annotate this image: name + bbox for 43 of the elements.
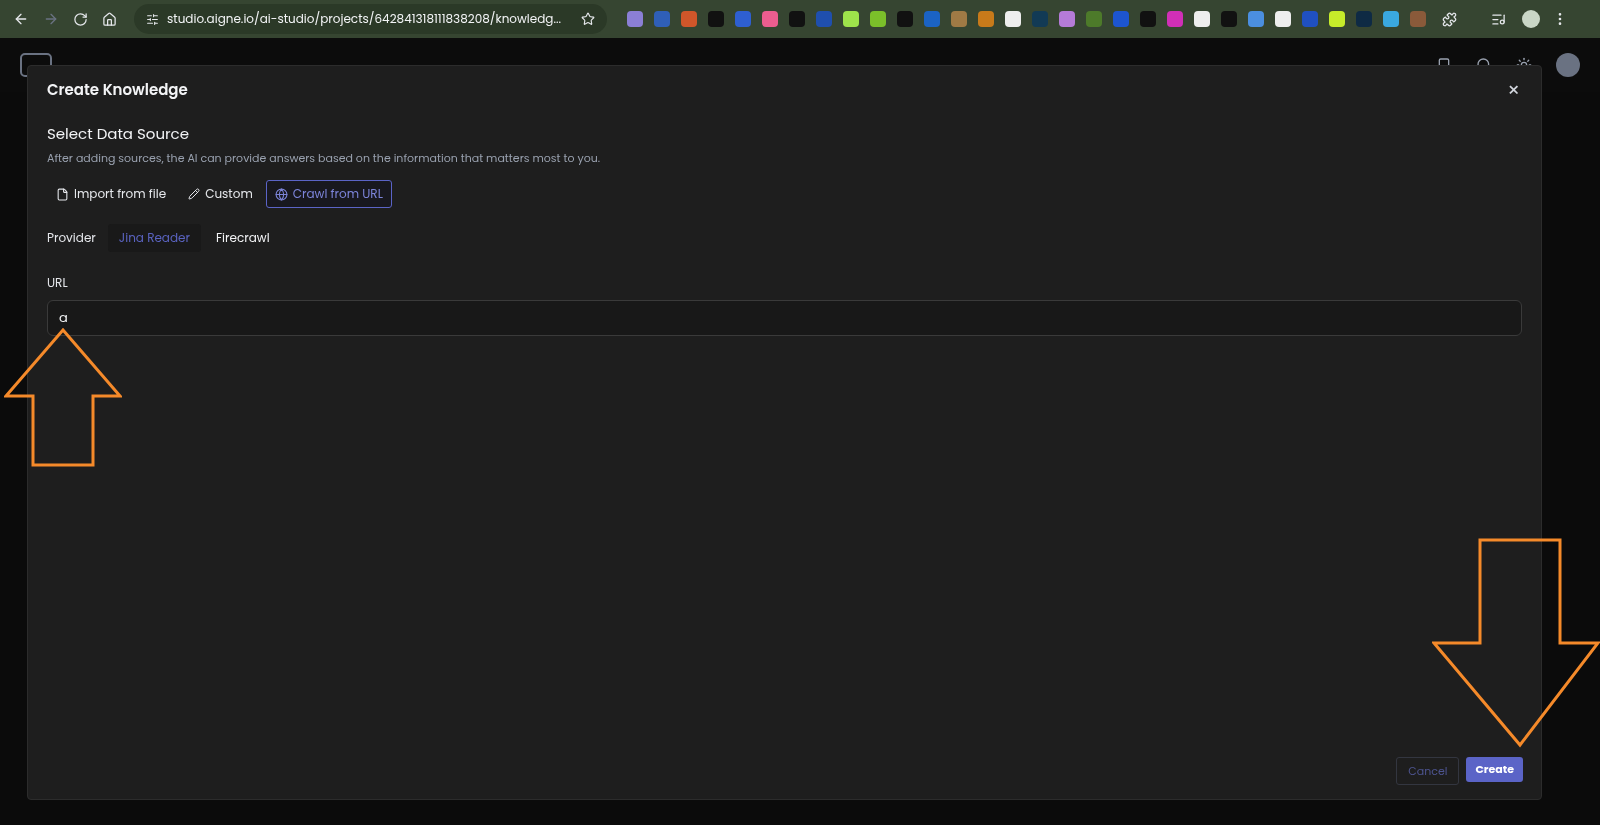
pencil-icon [188,188,201,200]
section-description: After adding sources, the AI can provide answers based on the information that matters most to you. [47,149,602,166]
extension-icon[interactable] [1383,11,1399,27]
file-icon [56,187,69,201]
create-button[interactable]: Create [1466,757,1523,782]
extension-icon[interactable] [1059,11,1075,27]
profile-avatar[interactable] [1522,10,1540,28]
address-bar[interactable]: studio.aigne.io/ai-studio/projects/642841318111838208/knowledg... [134,4,607,34]
extension-icon[interactable] [1194,11,1210,27]
extension-icon[interactable] [681,11,697,27]
extension-icon[interactable] [1086,11,1102,27]
provider-label: Provider [47,229,96,247]
site-settings-icon[interactable] [146,12,159,26]
url-label: URL [47,274,69,292]
home-icon[interactable] [102,11,117,27]
extension-icon[interactable] [762,11,778,27]
forward-icon[interactable] [43,11,59,27]
dialog-title: Create Knowledge [47,78,188,102]
close-button[interactable]: × [1507,80,1520,100]
section-heading: Select Data Source [47,123,191,146]
extension-icon[interactable] [1005,11,1021,27]
user-avatar[interactable] [1556,53,1580,77]
extensions-icon[interactable] [1442,11,1457,27]
bookmark-star-icon[interactable] [581,12,595,26]
extension-icon[interactable] [1167,11,1183,27]
media-icon[interactable] [1491,11,1506,27]
provider-tab[interactable]: Firecrawl [205,224,281,252]
globe-icon [274,187,288,201]
source-tab[interactable]: Custom [179,180,262,208]
extension-icon[interactable] [951,11,967,27]
extension-icon[interactable] [978,11,994,27]
url-input-field[interactable]: a [47,300,1522,336]
extension-icon[interactable] [627,11,643,27]
url-text: studio.aigne.io/ai-studio/projects/642841318111838208/knowledg... [167,10,561,28]
extension-icon[interactable] [1275,11,1291,27]
extension-icon[interactable] [1329,11,1345,27]
back-icon[interactable] [13,11,29,27]
source-tab[interactable]: Crawl from URL [265,180,392,208]
extension-icon[interactable] [1248,11,1264,27]
source-tab[interactable]: Import from file [47,180,176,208]
reload-icon[interactable] [73,11,88,27]
extension-icon[interactable] [870,11,886,27]
extension-icon[interactable] [843,11,859,27]
